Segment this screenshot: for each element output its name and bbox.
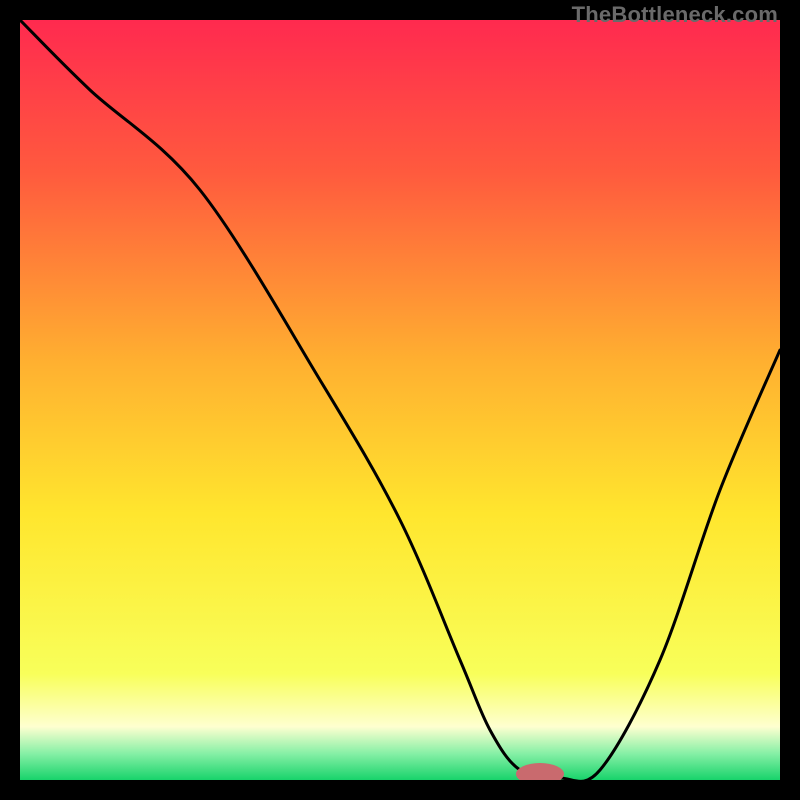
gradient-background bbox=[20, 20, 780, 780]
chart-frame bbox=[20, 20, 780, 780]
bottleneck-chart bbox=[20, 20, 780, 780]
watermark-text: TheBottleneck.com bbox=[572, 2, 778, 28]
